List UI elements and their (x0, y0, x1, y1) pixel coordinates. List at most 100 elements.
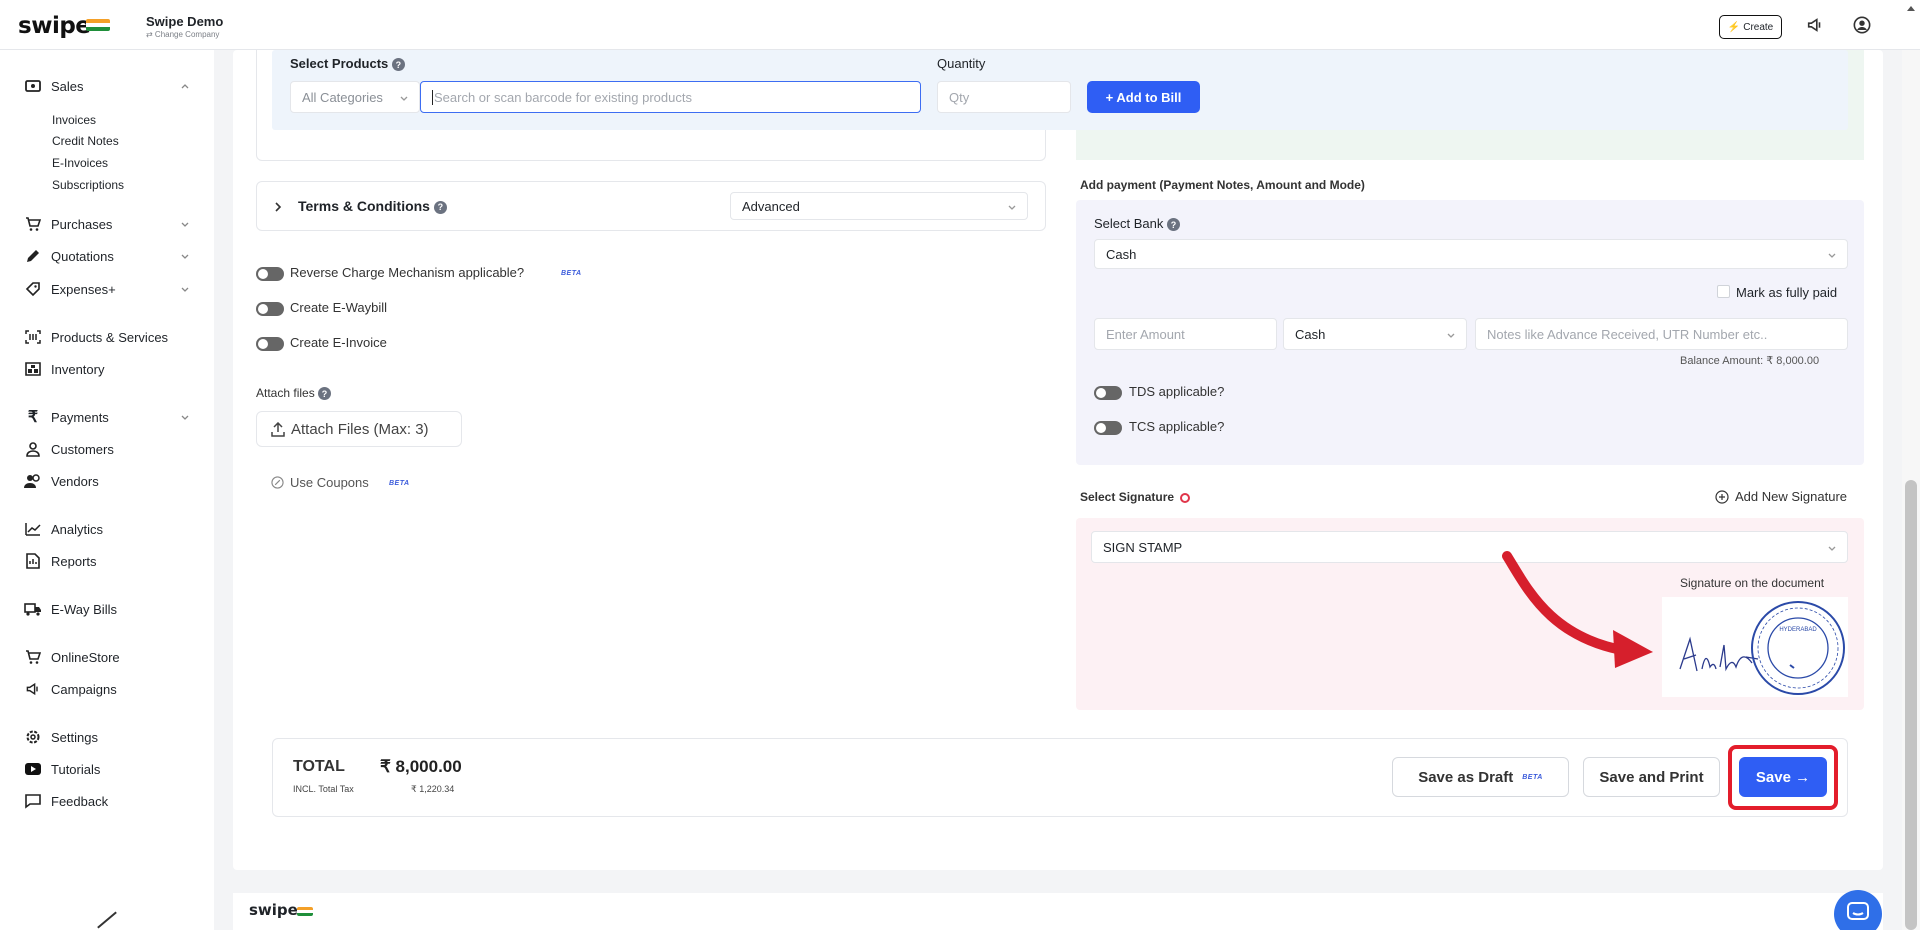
gear-icon (24, 728, 42, 746)
plus-circle-icon (1715, 489, 1729, 504)
add-to-bill-button[interactable]: + Add to Bill (1087, 81, 1200, 113)
amount-input[interactable]: Enter Amount (1094, 318, 1277, 350)
chevron-up-icon[interactable] (180, 81, 190, 91)
india-flag-icon (297, 907, 313, 916)
required-icon (1180, 492, 1191, 503)
tag-icon (24, 280, 42, 298)
add-new-signature-button[interactable]: Add New Signature (1715, 489, 1847, 504)
beta-badge: BETA (389, 480, 410, 487)
sidebar-item-analytics[interactable]: Analytics (24, 519, 103, 539)
company-name: Swipe Demo (146, 14, 224, 29)
einvoice-toggle[interactable] (256, 337, 284, 351)
attach-files-button[interactable]: Attach Files (Max: 3) (256, 411, 462, 447)
sidebar-item-settings[interactable]: Settings (24, 727, 98, 747)
sidebar-item-quotations[interactable]: Quotations (24, 246, 114, 266)
help-icon[interactable]: ? (433, 200, 447, 214)
sidebar-item-customers[interactable]: Customers (24, 439, 114, 459)
sidebar-item-payments[interactable]: ₹ Payments (24, 407, 109, 427)
create-button[interactable]: ⚡ Create (1719, 15, 1782, 39)
sidebar-item-sales[interactable]: Sales (24, 76, 84, 96)
save-as-draft-button[interactable]: Save as Draft BETA (1392, 757, 1569, 797)
eway-bill-toggle[interactable] (256, 302, 284, 316)
sidebar-item-purchases[interactable]: Purchases (24, 214, 112, 234)
tcs-label: TCS applicable? (1129, 419, 1225, 434)
chevron-right-icon[interactable] (273, 201, 283, 213)
use-coupons-text: Use Coupons (290, 475, 369, 490)
chevron-down-icon[interactable] (180, 251, 190, 261)
sidebar-label: E-Way Bills (51, 601, 117, 617)
chevron-down-icon[interactable] (180, 219, 190, 229)
coupon-icon (271, 476, 284, 489)
mark-paid-label: Mark as fully paid (1736, 285, 1838, 300)
chat-support-button[interactable] (1834, 890, 1882, 930)
megaphone-icon[interactable] (1804, 14, 1826, 36)
scrollbar-thumb[interactable] (1905, 480, 1917, 930)
barcode-icon (24, 328, 42, 346)
select-signature-label: Select Signature (1080, 490, 1191, 504)
help-icon[interactable]: ? (1167, 218, 1180, 232)
tds-toggle[interactable] (1094, 386, 1122, 400)
scroll-up-icon[interactable] (1906, 4, 1916, 12)
save-button[interactable]: Save → (1739, 757, 1827, 797)
sidebar-item-tutorials[interactable]: Tutorials (24, 759, 100, 779)
save-as-draft-label: Save as Draft (1418, 768, 1514, 786)
product-search-input[interactable]: Search or scan barcode for existing prod… (420, 81, 921, 113)
user-icon (24, 440, 42, 458)
terms-mode-select[interactable]: Advanced (730, 192, 1028, 220)
sidebar-item-feedback[interactable]: Feedback (24, 791, 108, 811)
mark-paid-checkbox[interactable] (1717, 285, 1730, 298)
bolt-icon: ⚡ (1727, 21, 1741, 33)
account-icon[interactable] (1851, 14, 1873, 36)
terms-title: Terms & Conditions ? (298, 198, 447, 214)
truck-icon (24, 600, 42, 618)
search-placeholder: Search or scan barcode for existing prod… (434, 89, 692, 105)
sidebar-item-expenses[interactable]: Expenses+ (24, 279, 116, 299)
signature-image: HYDERABAD (1679, 601, 1845, 695)
bank-value: Cash (1106, 246, 1137, 262)
chevron-down-icon[interactable] (180, 284, 190, 294)
swipe-logo[interactable]: swipe (18, 13, 91, 39)
sidebar-item-reports[interactable]: Reports (24, 551, 97, 571)
sidebar-label: Expenses+ (51, 281, 116, 297)
beta-badge: BETA (1522, 773, 1543, 781)
bank-select[interactable]: Cash (1094, 239, 1848, 269)
payment-mode-select[interactable]: Cash (1283, 318, 1467, 350)
help-icon[interactable]: ? (318, 387, 332, 401)
signature-doc-label: Signature on the document (1680, 576, 1825, 590)
save-and-print-button[interactable]: Save and Print (1583, 757, 1720, 797)
sidebar-item-credit-notes[interactable]: Credit Notes (52, 134, 119, 148)
payment-mode-value: Cash (1295, 326, 1326, 342)
sidebar-item-onlinestore[interactable]: OnlineStore (24, 647, 120, 667)
help-icon[interactable]: ? (391, 58, 405, 72)
sidebar-item-campaigns[interactable]: Campaigns (24, 679, 117, 699)
select-bank-label: Select Bank ? (1094, 216, 1180, 232)
signature-select[interactable]: SIGN STAMP (1091, 531, 1848, 563)
payment-notes-input[interactable]: Notes like Advance Received, UTR Number … (1475, 318, 1848, 350)
sidebar-item-invoices[interactable]: Invoices (52, 113, 96, 127)
qty-input[interactable]: Qty (937, 81, 1071, 113)
attach-files-text: Attach Files (Max: 3) (291, 420, 429, 438)
sidebar-item-eway-bills[interactable]: E-Way Bills (24, 599, 117, 619)
sidebar-item-subscriptions[interactable]: Subscriptions (52, 178, 124, 192)
category-select[interactable]: All Categories (290, 81, 420, 113)
change-company-link[interactable]: ⇄ Change Company (146, 30, 219, 39)
signature-preview: HYDERABAD (1662, 597, 1848, 697)
rupee-icon: ₹ (27, 409, 39, 426)
beta-badge: BETA (561, 270, 582, 277)
upload-icon (271, 421, 285, 437)
chevron-down-icon[interactable] (180, 412, 190, 422)
sidebar-label: Payments (51, 409, 109, 425)
sidebar-item-products[interactable]: Products & Services (24, 327, 168, 347)
reverse-charge-toggle[interactable] (256, 267, 284, 281)
total-label: TOTAL (293, 758, 345, 775)
tax-label: INCL. Total Tax (293, 784, 354, 794)
use-coupons-link[interactable]: Use Coupons (271, 475, 369, 490)
sidebar-item-e-invoices[interactable]: E-Invoices (52, 156, 108, 170)
quantity-label: Quantity (937, 56, 986, 71)
tcs-toggle[interactable] (1094, 421, 1122, 435)
create-label: Create (1743, 21, 1774, 33)
sidebar-item-inventory[interactable]: Inventory (24, 359, 104, 379)
sales-icon (24, 77, 42, 95)
sidebar-item-vendors[interactable]: Vendors (24, 471, 99, 491)
notes-placeholder: Notes like Advance Received, UTR Number … (1487, 326, 1768, 342)
